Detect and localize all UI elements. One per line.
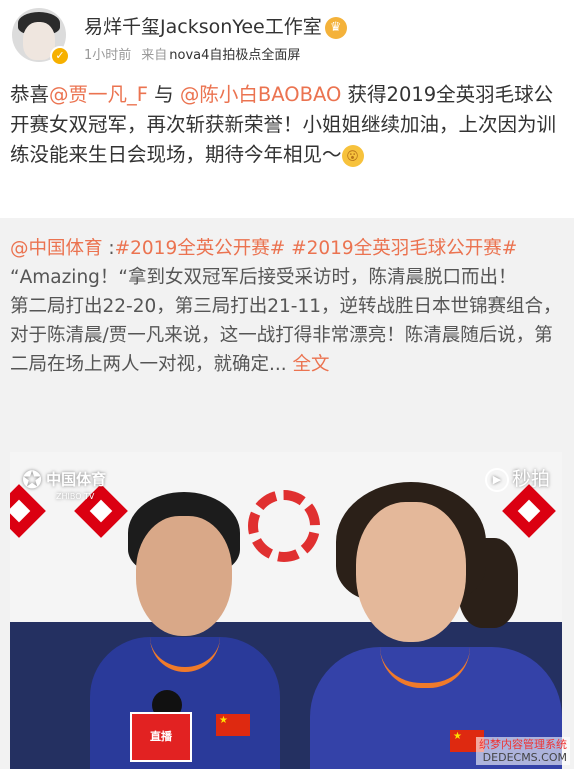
player-right — [310, 482, 562, 769]
post-text: 恭喜@贾一凡_F 与 @陈小白BAOBAO 获得2019全英羽毛球公开赛女双冠军… — [10, 80, 566, 170]
source-prefix: 来自 — [141, 48, 168, 63]
channel-watermark-text: 中国体育 — [46, 470, 107, 489]
repost-card[interactable]: @中国体育 :#2019全英公开赛# #2019全英羽毛球公开赛# “Amazin… — [0, 218, 574, 769]
repost-separator: : — [102, 238, 115, 259]
surprised-face-emoji-icon: 😮 — [341, 144, 364, 167]
post-time: 1小时前 — [84, 48, 132, 63]
author-name[interactable]: 易烊千玺JacksonYee工作室 — [84, 16, 322, 38]
mention-link[interactable]: @贾一凡_F — [49, 83, 148, 106]
channel-watermark: ✪ 中国体育 ZHIBO TV — [22, 466, 106, 501]
site-watermark-line1: 织梦内容管理系统 — [479, 738, 567, 751]
platform-watermark-text: 秒拍 — [511, 468, 550, 490]
full-text-link[interactable]: 全文 — [293, 354, 330, 375]
play-icon: ▶ — [484, 467, 509, 492]
repost-text: @中国体育 :#2019全英公开赛# #2019全英羽毛球公开赛# “Amazin… — [10, 234, 564, 379]
channel-watermark-sub: ZHIBO TV — [56, 492, 95, 501]
mic-label: 直播 — [130, 712, 192, 762]
source-mention-link[interactable]: @中国体育 — [10, 238, 103, 259]
post-intro: 恭喜 — [10, 83, 50, 106]
author-name-row[interactable]: 易烊千玺JacksonYee工作室 ♛ — [84, 12, 347, 39]
microphone-icon: 直播 — [130, 690, 192, 769]
repost-line-1: “Amazing！“拿到女双冠军后接受采访时，陈清晨脱口而出！ — [10, 267, 517, 288]
post-connector: 与 — [147, 83, 180, 106]
topic-link[interactable]: #2019全英羽毛球公开赛# — [291, 238, 517, 259]
source-device[interactable]: nova4自拍极点全面屏 — [169, 48, 300, 63]
star-logo-icon: ✪ — [22, 466, 43, 494]
repost-line-2: 第二局打出22-20，第三局打出21-11，逆转战胜日本世锦赛组合，对于陈清晨/… — [10, 296, 562, 375]
crown-emoji-icon: ♛ — [324, 16, 347, 39]
video-thumbnail[interactable]: 直播 ✪中国体育 ZHIBO TV ▶秒拍 — [10, 452, 562, 769]
site-watermark-line2: DEDECMS.COM — [482, 751, 567, 764]
topic-link[interactable]: #2019全英公开赛# — [115, 238, 286, 259]
platform-watermark: ▶ 秒拍 — [484, 464, 550, 492]
verified-badge-icon: ✓ — [50, 46, 70, 66]
post-header: ✓ 易烊千玺JacksonYee工作室 ♛ 1小时前 来自 nova4自拍极点全面屏 — [0, 0, 574, 70]
post-meta: 1小时前 来自 nova4自拍极点全面屏 — [84, 44, 300, 63]
mention-link[interactable]: @陈小白BAOBAO — [180, 83, 341, 106]
china-flag-icon — [216, 714, 250, 736]
site-watermark: 织梦内容管理系统 DEDECMS.COM — [476, 737, 570, 765]
